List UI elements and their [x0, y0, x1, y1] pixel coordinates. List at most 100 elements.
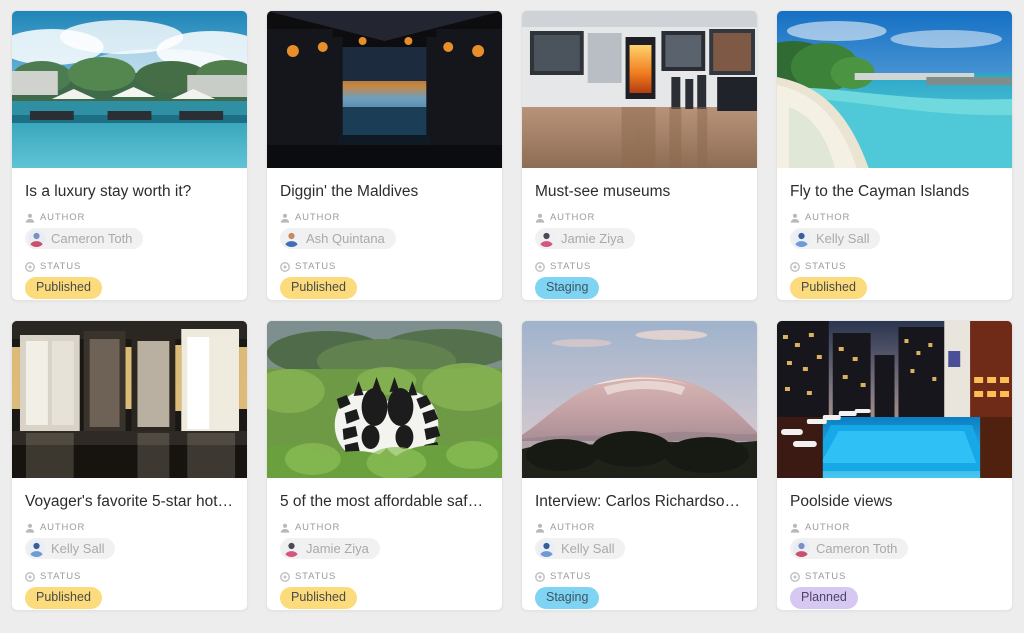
content-card[interactable]: 5 of the most affordable safaris AUTHOR Ja…	[266, 320, 503, 611]
status-badge[interactable]: Published	[790, 277, 867, 299]
card-title: Voyager's favorite 5-star hotels	[25, 492, 234, 511]
avatar	[538, 540, 555, 557]
status-badge[interactable]: Staging	[535, 587, 599, 609]
card-title: Diggin' the Maldives	[280, 182, 489, 201]
author-chip[interactable]: Cameron Toth	[790, 538, 908, 559]
card-gallery-grid: Is a luxury stay worth it?AUTHORCameron …	[0, 0, 1024, 633]
author-name: Jamie Ziya	[306, 541, 369, 556]
author-label-text: AUTHOR	[295, 212, 340, 223]
card-body: Fly to the Cayman Islands AUTHOR Kelly Sal…	[777, 168, 1012, 300]
author-field-label: AUTHOR	[790, 522, 999, 533]
author-name: Kelly Sall	[51, 541, 104, 556]
person-icon	[790, 213, 800, 223]
card-thumbnail[interactable]	[12, 11, 247, 168]
avatar	[28, 540, 45, 557]
avatar	[793, 540, 810, 557]
card-thumbnail[interactable]	[267, 11, 502, 168]
card-title: Interview: Carlos Richardson'...	[535, 492, 744, 511]
circle-dot-icon	[790, 262, 800, 272]
person-icon	[535, 213, 545, 223]
card-body: Is a luxury stay worth it?AUTHORCameron …	[12, 168, 247, 300]
card-body: Diggin' the Maldives AUTHOR Ash Quintana ST…	[267, 168, 502, 300]
card-title: Poolside views	[790, 492, 999, 511]
author-chip[interactable]: Jamie Ziya	[280, 538, 380, 559]
status-field-label: STATUS	[790, 261, 999, 272]
avatar	[283, 230, 300, 247]
author-name: Cameron Toth	[816, 541, 897, 556]
card-thumbnail[interactable]	[267, 321, 502, 478]
status-label-text: STATUS	[295, 571, 336, 582]
content-card[interactable]: Voyager's favorite 5-star hotels AUTHOR Ke…	[11, 320, 248, 611]
author-name: Jamie Ziya	[561, 231, 624, 246]
status-badge[interactable]: Published	[25, 277, 102, 299]
content-card[interactable]: Interview: Carlos Richardson'... AUTHOR Ke…	[521, 320, 758, 611]
status-label-text: STATUS	[550, 571, 591, 582]
card-body: Interview: Carlos Richardson'... AUTHOR Ke…	[522, 478, 757, 610]
status-label-text: STATUS	[40, 261, 81, 272]
person-icon	[790, 523, 800, 533]
author-name: Cameron Toth	[51, 231, 132, 246]
card-body: Must-see museums AUTHOR Jamie Ziya STATUS St…	[522, 168, 757, 300]
circle-dot-icon	[790, 572, 800, 582]
status-field-label: STATUS	[790, 571, 999, 582]
status-badge[interactable]: Staging	[535, 277, 599, 299]
status-label-text: STATUS	[295, 261, 336, 272]
author-field-label: AUTHOR	[535, 522, 744, 533]
avatar	[283, 540, 300, 557]
author-name: Kelly Sall	[816, 231, 869, 246]
author-field-label: AUTHOR	[535, 212, 744, 223]
author-chip[interactable]: Kelly Sall	[790, 228, 880, 249]
author-name: Ash Quintana	[306, 231, 385, 246]
status-label-text: STATUS	[805, 261, 846, 272]
author-label-text: AUTHOR	[550, 522, 595, 533]
card-thumbnail[interactable]	[522, 321, 757, 478]
author-field-label: AUTHOR	[280, 212, 489, 223]
author-label-text: AUTHOR	[550, 212, 595, 223]
content-card[interactable]: Poolside views AUTHOR Cameron Toth STATUS Pl…	[776, 320, 1013, 611]
person-icon	[280, 523, 290, 533]
circle-dot-icon	[280, 262, 290, 272]
content-card[interactable]: Diggin' the Maldives AUTHOR Ash Quintana ST…	[266, 10, 503, 301]
person-icon	[280, 213, 290, 223]
circle-dot-icon	[25, 572, 35, 582]
status-badge[interactable]: Published	[280, 277, 357, 299]
author-field-label: AUTHOR	[790, 212, 999, 223]
author-field-label: AUTHOR	[280, 522, 489, 533]
avatar	[793, 230, 810, 247]
card-title: Must-see museums	[535, 182, 744, 201]
author-label-text: AUTHOR	[40, 522, 85, 533]
card-thumbnail[interactable]	[777, 321, 1012, 478]
author-name: Kelly Sall	[561, 541, 614, 556]
author-label-text: AUTHOR	[40, 212, 85, 223]
circle-dot-icon	[535, 572, 545, 582]
author-chip[interactable]: Kelly Sall	[535, 538, 625, 559]
status-field-label: STATUS	[535, 571, 744, 582]
status-label-text: STATUS	[550, 261, 591, 272]
author-chip[interactable]: Ash Quintana	[280, 228, 396, 249]
author-chip[interactable]: Cameron Toth	[25, 228, 143, 249]
card-title: 5 of the most affordable safaris	[280, 492, 489, 511]
status-field-label: STATUS	[535, 261, 744, 272]
author-chip[interactable]: Kelly Sall	[25, 538, 115, 559]
author-field-label: AUTHOR	[25, 212, 234, 223]
avatar	[538, 230, 555, 247]
status-field-label: STATUS	[280, 571, 489, 582]
status-badge[interactable]: Published	[280, 587, 357, 609]
person-icon	[25, 213, 35, 223]
content-card[interactable]: Must-see museums AUTHOR Jamie Ziya STATUS St…	[521, 10, 758, 301]
author-chip[interactable]: Jamie Ziya	[535, 228, 635, 249]
card-thumbnail[interactable]	[777, 11, 1012, 168]
card-thumbnail[interactable]	[12, 321, 247, 478]
content-card[interactable]: Fly to the Cayman Islands AUTHOR Kelly Sal…	[776, 10, 1013, 301]
card-body: 5 of the most affordable safaris AUTHOR Ja…	[267, 478, 502, 610]
avatar	[28, 230, 45, 247]
card-thumbnail[interactable]	[522, 11, 757, 168]
content-card[interactable]: Is a luxury stay worth it?AUTHORCameron …	[11, 10, 248, 301]
author-label-text: AUTHOR	[295, 522, 340, 533]
circle-dot-icon	[280, 572, 290, 582]
status-badge[interactable]: Planned	[790, 587, 858, 609]
author-label-text: AUTHOR	[805, 522, 850, 533]
status-field-label: STATUS	[25, 571, 234, 582]
status-badge[interactable]: Published	[25, 587, 102, 609]
card-title: Fly to the Cayman Islands	[790, 182, 999, 201]
